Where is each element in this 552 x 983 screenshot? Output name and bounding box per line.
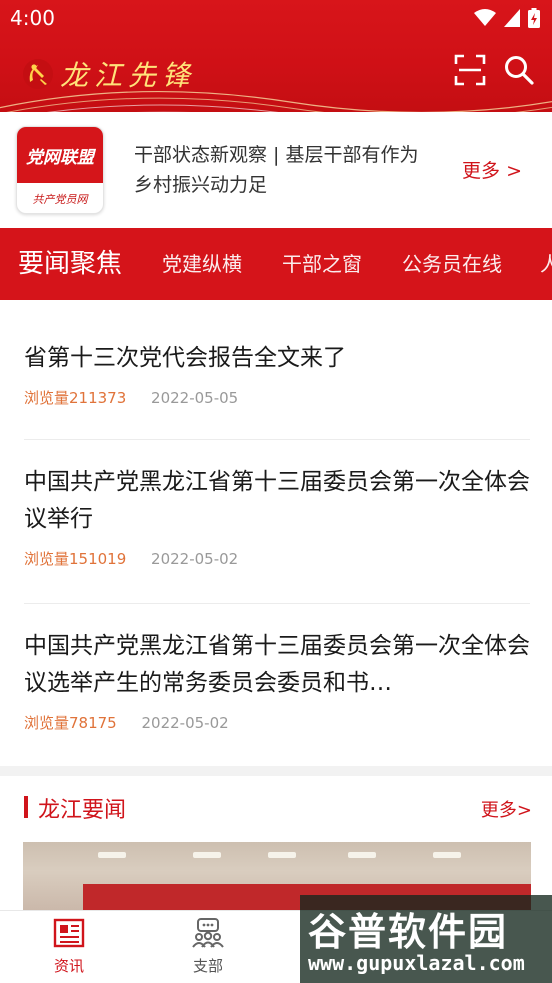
nav-branch[interactable]: 支部 bbox=[163, 917, 253, 976]
ceiling-light bbox=[268, 852, 296, 858]
news-views: 浏览量211373 bbox=[24, 389, 127, 407]
battery-icon bbox=[528, 8, 540, 28]
section-more-link[interactable]: 更多> bbox=[481, 796, 532, 822]
tab-party-building[interactable]: 党建纵横 bbox=[162, 228, 242, 300]
banner-more-link[interactable]: 更多 > bbox=[462, 156, 522, 183]
news-item-2[interactable]: 中国共产党黑龙江省第十三届委员会第一次全体会议举行 浏览量151019 2022… bbox=[24, 464, 530, 604]
news-item-3[interactable]: 中国共产党黑龙江省第十三届委员会第一次全体会议选举产生的常务委员会委员和书… 浏… bbox=[24, 628, 530, 766]
category-tabs: 要闻聚焦 党建纵横 干部之窗 公务员在线 人 bbox=[0, 228, 552, 300]
wifi-icon bbox=[474, 9, 496, 26]
news-title: 中国共产党黑龙江省第十三届委员会第一次全体会议举行 bbox=[24, 469, 530, 532]
status-bar: 4:00 bbox=[0, 0, 552, 36]
ceiling-light bbox=[193, 852, 221, 858]
banner-headline[interactable]: 干部状态新观察 | 基层干部有作为 乡村振兴动力足 bbox=[134, 140, 434, 200]
promo-banner[interactable]: 党网联盟 共产党员网 干部状态新观察 | 基层干部有作为 乡村振兴动力足 更多 … bbox=[0, 112, 552, 228]
news-views: 浏览量151019 bbox=[24, 550, 127, 568]
watermark-title: 谷普软件园 bbox=[308, 910, 509, 954]
tab-news-focus[interactable]: 要闻聚焦 bbox=[18, 228, 122, 300]
ceiling-light bbox=[433, 852, 461, 858]
app-brand: 龙江先锋 bbox=[22, 54, 196, 94]
ceiling-light bbox=[98, 852, 126, 858]
app-header: 4:00 龙江先锋 bbox=[0, 0, 552, 112]
nav-news-label: 资讯 bbox=[53, 957, 84, 975]
signal-icon bbox=[504, 9, 520, 27]
longjiang-news-section: 龙江要闻 更多> bbox=[0, 776, 552, 842]
nav-news[interactable]: 资讯 bbox=[24, 917, 114, 976]
news-item-1[interactable]: 省第十三次党代会报告全文来了 浏览量211373 2022-05-05 bbox=[24, 340, 530, 440]
news-date: 2022-05-05 bbox=[151, 389, 239, 407]
news-views: 浏览量78175 bbox=[24, 714, 117, 732]
party-alliance-logo: 党网联盟 共产党员网 bbox=[16, 126, 104, 214]
section-separator bbox=[0, 766, 552, 776]
news-list: 省第十三次党代会报告全文来了 浏览量211373 2022-05-05 中国共产… bbox=[0, 300, 552, 766]
logo-bottom-text: 共产党员网 bbox=[32, 193, 88, 206]
tab-partial[interactable]: 人 bbox=[540, 228, 552, 300]
nav-branch-label: 支部 bbox=[192, 957, 223, 975]
news-title: 中国共产党黑龙江省第十三届委员会第一次全体会议选举产生的常务委员会委员和书… bbox=[24, 633, 530, 696]
tab-civil-servant[interactable]: 公务员在线 bbox=[402, 228, 502, 300]
ceiling-light bbox=[348, 852, 376, 858]
app-title: 龙江先锋 bbox=[60, 59, 197, 92]
news-title: 省第十三次党代会报告全文来了 bbox=[24, 345, 346, 371]
group-chat-icon bbox=[192, 918, 224, 948]
news-meta: 浏览量151019 2022-05-02 bbox=[24, 548, 530, 569]
status-time: 4:00 bbox=[10, 6, 55, 30]
section-accent-bar bbox=[24, 796, 28, 818]
site-watermark: 谷普软件园 www.gupuxlazal.com bbox=[300, 895, 552, 983]
news-meta: 浏览量78175 2022-05-02 bbox=[24, 712, 530, 733]
party-emblem-icon bbox=[23, 59, 53, 89]
logo-top-text: 党网联盟 bbox=[17, 127, 103, 183]
news-date: 2022-05-02 bbox=[151, 550, 239, 568]
watermark-url: www.gupuxlazal.com bbox=[308, 951, 525, 975]
news-date: 2022-05-02 bbox=[141, 714, 229, 732]
news-meta: 浏览量211373 2022-05-05 bbox=[24, 387, 530, 408]
tab-cadre-window[interactable]: 干部之窗 bbox=[282, 228, 362, 300]
scan-icon[interactable] bbox=[454, 54, 486, 86]
search-icon[interactable] bbox=[504, 55, 534, 85]
newspaper-icon bbox=[53, 918, 85, 948]
section-title: 龙江要闻 bbox=[38, 798, 127, 823]
